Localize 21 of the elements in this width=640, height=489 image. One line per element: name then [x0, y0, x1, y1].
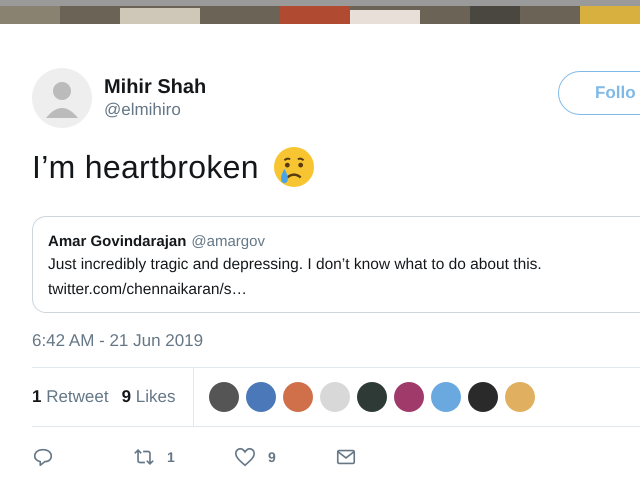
quoted-tweet-text: Just incredibly tragic and depressing. I don’t know what to do about this. — [48, 255, 543, 275]
stat-link[interactable]: 9 Likes — [122, 387, 176, 407]
author-handle[interactable]: @elmihiro — [104, 99, 558, 121]
tweet-text: I’m heartbroken — [32, 148, 259, 186]
reply-icon[interactable] — [32, 446, 54, 468]
liker-avatar[interactable] — [394, 382, 424, 412]
author-name[interactable]: Mihir Shah — [104, 75, 558, 99]
quoted-author-handle: @amargov — [191, 233, 265, 250]
quoted-tweet-card[interactable]: Amar Govindarajan @amargov Just incredibly tragic and depressing. I don’t know what to do about this. twitter.com/chennaikaran/s… — [32, 216, 640, 313]
liker-avatar[interactable] — [209, 382, 239, 412]
action-count: 9 — [268, 449, 276, 465]
retweet-icon[interactable] — [133, 446, 155, 468]
liker-avatar[interactable] — [468, 382, 498, 412]
quoted-author-name: Amar Govindarajan — [48, 233, 186, 250]
heart-icon[interactable] — [234, 446, 256, 468]
stat-link[interactable]: 1 Retweet — [32, 387, 109, 407]
tweet-timestamp[interactable]: 6:42 AM - 21 Jun 2019 — [32, 329, 640, 353]
quoted-tweet-link[interactable]: twitter.com/chennaikaran/s… — [48, 279, 640, 300]
crying-face-icon — [272, 146, 315, 188]
action-count: 1 — [167, 449, 175, 465]
liker-avatar[interactable] — [357, 382, 387, 412]
